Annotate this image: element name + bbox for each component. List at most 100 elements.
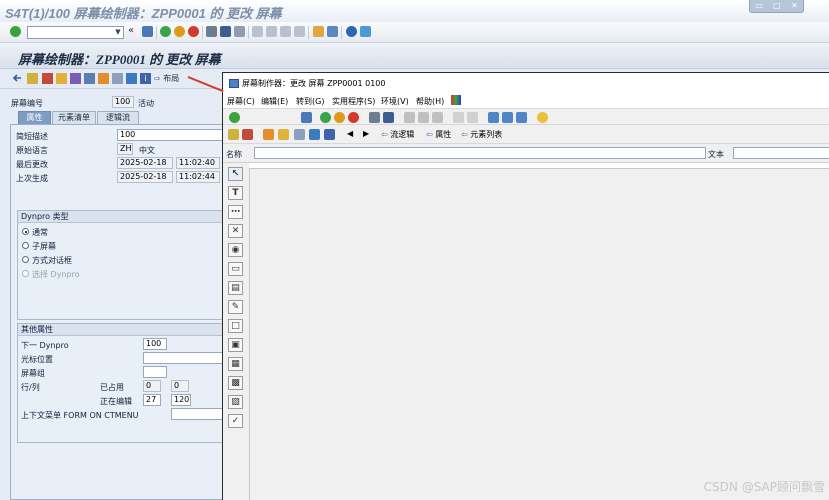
maximize-icon[interactable]: □	[773, 1, 781, 11]
editing-row[interactable]: 27	[143, 394, 161, 406]
text-field-icon[interactable]: T	[228, 186, 243, 200]
cut-icon[interactable]	[404, 112, 415, 123]
upload-icon[interactable]	[309, 129, 320, 140]
activate-icon[interactable]	[56, 73, 67, 84]
copy-icon[interactable]	[418, 112, 429, 123]
next-icon[interactable]: ▶	[363, 129, 369, 138]
where-used-icon[interactable]	[84, 73, 95, 84]
check-icon[interactable]	[42, 73, 53, 84]
element-name-field[interactable]	[254, 147, 706, 159]
tree-icon[interactable]	[294, 129, 305, 140]
close-icon[interactable]: ✕	[791, 1, 798, 11]
table-control-icon[interactable]: ▦	[228, 357, 243, 371]
layout-menu-icon[interactable]	[360, 26, 371, 37]
window-icon[interactable]	[488, 112, 499, 123]
help-icon[interactable]	[346, 26, 357, 37]
table-wizard-icon[interactable]: ▩	[228, 376, 243, 390]
input-field-icon[interactable]: ⋯	[228, 205, 243, 219]
attributes-button[interactable]: ⇦ 属性	[426, 129, 451, 140]
tab-attributes[interactable]: 属性	[18, 111, 51, 124]
menu-environment[interactable]: 环境(V)	[381, 96, 409, 107]
undo-icon[interactable]	[453, 112, 464, 123]
status-icon[interactable]: ✓	[228, 414, 243, 428]
element-list-button[interactable]: ⇦ 元素列表	[461, 129, 502, 140]
context-menu-field[interactable]	[171, 408, 224, 420]
menu-help[interactable]: 帮助(H)	[416, 96, 444, 107]
collapse-icon[interactable]: «	[128, 25, 134, 36]
checkbox-icon[interactable]: ✕	[228, 224, 243, 238]
find-icon[interactable]	[220, 26, 231, 37]
layout-button[interactable]: ⇨ 布局	[154, 73, 179, 84]
cancel-icon[interactable]	[188, 26, 199, 37]
previous-page-icon[interactable]	[266, 26, 277, 37]
save-icon[interactable]	[142, 26, 153, 37]
redo-icon[interactable]	[467, 112, 478, 123]
menu-goto[interactable]: 转到(G)	[296, 96, 324, 107]
box-icon[interactable]: □	[228, 319, 243, 333]
print-icon[interactable]	[369, 112, 380, 123]
tabstrip-icon[interactable]: ▤	[228, 281, 243, 295]
back-icon[interactable]	[160, 26, 171, 37]
minimize-icon[interactable]: ▭	[755, 1, 763, 11]
cursor-position-field[interactable]	[143, 352, 224, 364]
menu-utilities[interactable]: 实用程序(S)	[332, 96, 375, 107]
element-text-field[interactable]	[733, 147, 829, 159]
find-icon[interactable]	[383, 112, 394, 123]
info-icon[interactable]: i	[140, 73, 151, 84]
save-icon[interactable]	[301, 112, 312, 123]
last-page-icon[interactable]	[294, 26, 305, 37]
short-desc-field[interactable]: 100	[117, 129, 223, 141]
help-icon[interactable]	[537, 112, 548, 123]
check-icon[interactable]	[242, 129, 253, 140]
display-change-icon[interactable]	[27, 73, 38, 84]
chevron-down-icon[interactable]: ▼	[113, 27, 123, 38]
new-session-icon[interactable]	[313, 26, 324, 37]
next-page-icon[interactable]	[280, 26, 291, 37]
tab-flow-logic[interactable]: 逻辑流	[97, 111, 139, 124]
print-icon[interactable]	[206, 26, 217, 37]
back-icon[interactable]	[320, 112, 331, 123]
next-dynpro-field[interactable]: 100	[143, 338, 167, 350]
screen-number-label: 屏幕编号	[11, 99, 43, 108]
enter-icon[interactable]	[229, 112, 240, 123]
tree-icon[interactable]	[112, 73, 123, 84]
menu-screen[interactable]: 屏幕(C)	[227, 96, 255, 107]
window-icon[interactable]	[502, 112, 513, 123]
pencil-icon[interactable]	[70, 73, 81, 84]
exit-icon[interactable]	[334, 112, 345, 123]
info-icon[interactable]	[324, 129, 335, 140]
radio-normal[interactable]	[22, 228, 29, 235]
paste-icon[interactable]	[432, 112, 443, 123]
screen-layout-canvas[interactable]	[249, 168, 829, 500]
shortcut-icon[interactable]	[327, 26, 338, 37]
previous-icon[interactable]: ◀	[347, 129, 353, 138]
radio-button-icon[interactable]: ◉	[228, 243, 243, 257]
upload-icon[interactable]	[126, 73, 137, 84]
hierarchy-icon[interactable]	[263, 129, 274, 140]
radio-modal-dialog[interactable]	[22, 256, 29, 263]
custom-control-icon[interactable]: ▧	[228, 395, 243, 409]
layout-icon[interactable]	[451, 95, 461, 105]
hierarchy-icon[interactable]	[98, 73, 109, 84]
window-icon[interactable]	[516, 112, 527, 123]
radio-subscreen[interactable]	[22, 242, 29, 249]
exit-icon[interactable]	[174, 26, 185, 37]
editing-col[interactable]: 120	[171, 394, 191, 406]
menu-edit[interactable]: 编辑(E)	[261, 96, 288, 107]
find-next-icon[interactable]	[234, 26, 245, 37]
display-change-icon[interactable]	[228, 129, 239, 140]
tabstrip-wizard-icon[interactable]: ✎	[228, 300, 243, 314]
flow-logic-button[interactable]: ⇦ 流逻辑	[381, 129, 414, 140]
subscreen-icon[interactable]: ▣	[228, 338, 243, 352]
first-page-icon[interactable]	[252, 26, 263, 37]
other-object-icon[interactable]	[12, 73, 23, 84]
toolbar-separator	[156, 26, 157, 39]
screen-group-field[interactable]	[143, 366, 167, 378]
cancel-icon[interactable]	[348, 112, 359, 123]
pushbutton-icon[interactable]: ▭	[228, 262, 243, 276]
activate-icon[interactable]	[278, 129, 289, 140]
pointer-icon[interactable]: ↖	[228, 167, 243, 181]
command-field[interactable]: ▼	[27, 26, 124, 39]
enter-icon[interactable]	[10, 26, 21, 37]
tab-element-list[interactable]: 元素清单	[52, 111, 96, 124]
